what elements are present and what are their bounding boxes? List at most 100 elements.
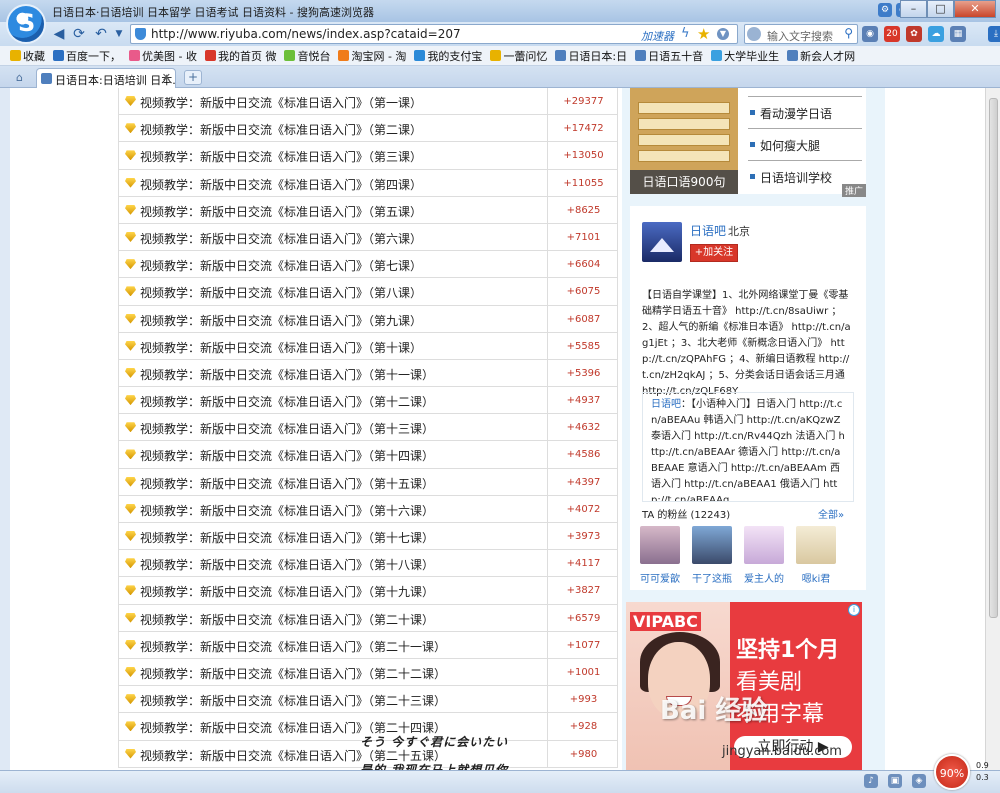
shield-icon[interactable]: ◈ [912, 774, 926, 788]
address-bar[interactable]: http://www.riyuba.com/news/index.asp?cat… [130, 24, 738, 44]
related-link[interactable]: 如何瘦大腿 [748, 128, 862, 160]
video-title-link[interactable]: 视频教学：新版中日交流《标准日语入门》（第十一课） [140, 366, 434, 383]
video-row[interactable]: 视频教学：新版中日交流《标准日语入门》（第二十课） +6579 [118, 604, 618, 632]
fan-item[interactable]: 爱主人的 [744, 526, 784, 585]
chevron-down-icon[interactable]: ▼ [112, 25, 126, 43]
camera-icon[interactable]: ▣ [888, 774, 902, 788]
tools-icon[interactable]: ▦ [950, 26, 966, 42]
video-title-link[interactable]: 视频教学：新版中日交流《标准日语入门》（第二十课） [140, 611, 434, 628]
avatar[interactable] [796, 526, 836, 564]
video-row[interactable]: 视频教学：新版中日交流《标准日语入门》（第十二课） +4937 [118, 387, 618, 415]
zoom-indicator[interactable]: 90% [934, 754, 970, 790]
gear-icon[interactable]: ⚙ [878, 3, 892, 17]
video-title-link[interactable]: 视频教学：新版中日交流《标准日语入门》（第二十三课） [140, 692, 446, 709]
video-row[interactable]: 视频教学：新版中日交流《标准日语入门》（第二十二课） +1001 [118, 658, 618, 687]
fan-name[interactable]: 爱主人的 [744, 570, 784, 585]
video-row[interactable]: 视频教学：新版中日交流《标准日语入门》（第十六课） +4072 [118, 495, 618, 523]
related-link[interactable]: 看动漫学日语 [748, 96, 862, 128]
minimize-button[interactable]: – [900, 0, 927, 18]
video-title-link[interactable]: 视频教学：新版中日交流《标准日语入门》（第二十二课） [140, 665, 446, 682]
repost-name[interactable]: 日语吧 [651, 399, 681, 410]
fan-item[interactable]: 可可爱歆 [640, 526, 680, 585]
video-title-link[interactable]: 视频教学：新版中日交流《标准日语入门》（第十六课） [140, 502, 434, 519]
video-title-link[interactable]: 视频教学：新版中日交流《标准日语入门》（第五课） [140, 203, 422, 220]
fan-name[interactable]: 可可爱歆 [640, 570, 680, 585]
favorite-item[interactable]: 日语五十音 [635, 48, 703, 64]
favorite-item[interactable]: 收藏 [10, 48, 45, 64]
video-row[interactable]: 视频教学：新版中日交流《标准日语入门》（第七课） +6604 [118, 251, 618, 279]
download-icon[interactable]: ⤓ [988, 26, 1000, 42]
fan-name[interactable]: 干了这瓶 [692, 570, 732, 585]
favorite-item[interactable]: 日语日本:日 [555, 48, 627, 64]
video-title-link[interactable]: 视频教学：新版中日交流《标准日语入门》（第二十一课） [140, 638, 446, 655]
video-row[interactable]: 视频教学：新版中日交流《标准日语入门》（第三课） +13050 [118, 142, 618, 170]
close-button[interactable]: ✕ [954, 0, 996, 18]
video-title-link[interactable]: 视频教学：新版中日交流《标准日语入门》（第十五课） [140, 475, 434, 492]
video-title-link[interactable]: 视频教学：新版中日交流《标准日语入门》（第二课） [140, 121, 422, 138]
video-row[interactable]: 视频教学：新版中日交流《标准日语入门》（第一课） +29377 [118, 88, 618, 116]
video-title-link[interactable]: 视频教学：新版中日交流《标准日语入门》（第八课） [140, 284, 422, 301]
video-title-link[interactable]: 视频教学：新版中日交流《标准日语入门》（第三课） [140, 148, 422, 165]
video-row[interactable]: 视频教学：新版中日交流《标准日语入门》（第十课） +5585 [118, 332, 618, 360]
avatar[interactable] [744, 526, 784, 564]
lightning-icon[interactable]: ϟ [681, 26, 690, 41]
video-row[interactable]: 视频教学：新版中日交流《标准日语入门》（第十八课） +4117 [118, 550, 618, 578]
star-icon[interactable]: ★ [697, 25, 710, 43]
speaker-icon[interactable]: ♪ [864, 774, 878, 788]
video-title-link[interactable]: 视频教学：新版中日交流《标准日语入门》（第十九课） [140, 583, 434, 600]
maximize-button[interactable]: □ [927, 0, 954, 18]
video-row[interactable]: 视频教学：新版中日交流《标准日语入门》（第六课） +7101 [118, 223, 618, 252]
video-title-link[interactable]: 视频教学：新版中日交流《标准日语入门》（第六课） [140, 230, 422, 247]
accelerator-label[interactable]: 加速器 [641, 28, 674, 44]
mail-badge[interactable]: 20 [884, 26, 900, 42]
video-title-link[interactable]: 视频教学：新版中日交流《标准日语入门》（第十三课） [140, 420, 434, 437]
tab-active[interactable]: 日语日本:日语培训 日本... ✕ [36, 68, 176, 88]
avatar[interactable] [642, 222, 682, 262]
search-icon[interactable]: ⚲ [844, 26, 853, 40]
video-title-link[interactable]: 视频教学：新版中日交流《标准日语入门》（第九课） [140, 312, 422, 329]
video-row[interactable]: 视频教学：新版中日交流《标准日语入门》（第十五课） +4397 [118, 468, 618, 496]
vertical-scrollbar[interactable] [985, 88, 1000, 770]
scrollbar-thumb[interactable] [989, 98, 998, 618]
video-row[interactable]: 视频教学：新版中日交流《标准日语入门》（第九课） +6087 [118, 305, 618, 333]
dropdown-icon[interactable]: ▼ [717, 28, 729, 40]
favorite-item[interactable]: 一蕾问忆 [490, 48, 547, 64]
video-title-link[interactable]: 视频教学：新版中日交流《标准日语入门》（第十四课） [140, 447, 434, 464]
new-tab-button[interactable]: + [184, 70, 202, 85]
course-thumbnail[interactable]: 日语口语900句 [630, 88, 738, 194]
ad-info-icon[interactable]: i [848, 604, 860, 616]
video-row[interactable]: 视频教学：新版中日交流《标准日语入门》（第十九课） +3827 [118, 577, 618, 605]
video-row[interactable]: 视频教学：新版中日交流《标准日语入门》（第四课） +11055 [118, 169, 618, 197]
video-title-link[interactable]: 视频教学：新版中日交流《标准日语入门》（第七课） [140, 257, 422, 274]
favorite-item[interactable]: 百度一下， [53, 48, 121, 64]
video-row[interactable]: 视频教学：新版中日交流《标准日语入门》（第二十一课） +1077 [118, 631, 618, 659]
favorite-item[interactable]: 新会人才网 [787, 48, 855, 64]
fan-name[interactable]: 嗯ki君 [796, 570, 836, 585]
fan-item[interactable]: 嗯ki君 [796, 526, 836, 585]
avatar[interactable] [640, 526, 680, 564]
user-icon[interactable]: ◉ [862, 26, 878, 42]
avatar[interactable] [692, 526, 732, 564]
weibo-name[interactable]: 日语吧 [690, 222, 726, 239]
favorite-item[interactable]: 淘宝网 - 淘 [338, 48, 406, 64]
video-title-link[interactable]: 视频教学：新版中日交流《标准日语入门》（第四课） [140, 176, 422, 193]
cloud-icon[interactable]: ☁ [928, 26, 944, 42]
video-title-link[interactable]: 视频教学：新版中日交流《标准日语入门》（第十七课） [140, 529, 434, 546]
video-row[interactable]: 视频教学：新版中日交流《标准日语入门》（第八课） +6075 [118, 278, 618, 306]
favorite-item[interactable]: 我的支付宝 [414, 48, 482, 64]
follow-button[interactable]: +加关注 [690, 244, 738, 262]
fan-item[interactable]: 干了这瓶 [692, 526, 732, 585]
video-row[interactable]: 视频教学：新版中日交流《标准日语入门》（第十四课） +4586 [118, 441, 618, 469]
video-title-link[interactable]: 视频教学：新版中日交流《标准日语入门》（第十八课） [140, 556, 434, 573]
refresh-icon[interactable]: ⟳ [70, 25, 88, 43]
video-row[interactable]: 视频教学：新版中日交流《标准日语入门》（第二课） +17472 [118, 115, 618, 143]
home-icon[interactable]: ⌂ [16, 71, 23, 84]
video-title-link[interactable]: 视频教学：新版中日交流《标准日语入门》（第一课） [140, 94, 422, 111]
video-row[interactable]: 视频教学：新版中日交流《标准日语入门》（第十三课） +4632 [118, 414, 618, 442]
search-engine-icon[interactable] [747, 27, 761, 41]
video-row[interactable]: 视频教学：新版中日交流《标准日语入门》（第二十三课） +993 [118, 686, 618, 714]
search-box[interactable]: 输入文字搜索 ⚲ [744, 24, 858, 44]
weibo-icon[interactable]: ✿ [906, 26, 922, 42]
video-title-link[interactable]: 视频教学：新版中日交流《标准日语入门》（第十课） [140, 339, 422, 356]
address-url[interactable]: http://www.riyuba.com/news/index.asp?cat… [151, 27, 461, 41]
